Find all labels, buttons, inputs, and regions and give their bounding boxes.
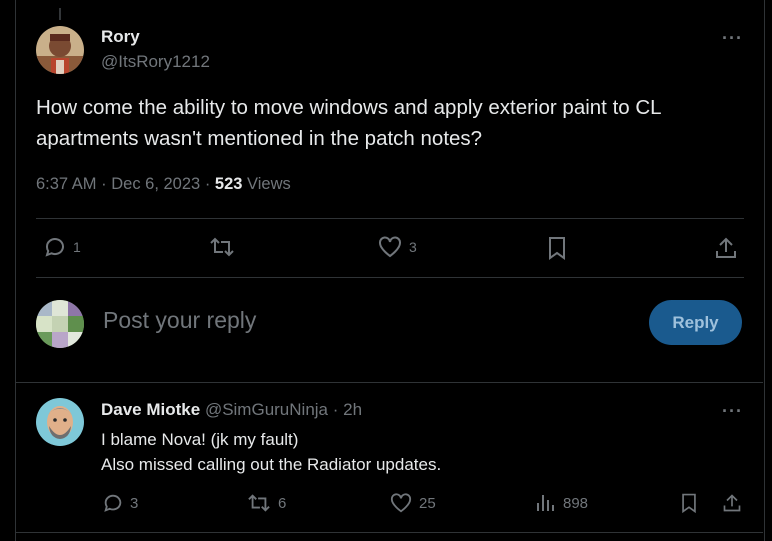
share-icon xyxy=(723,494,741,512)
post-date[interactable]: Dec 6, 2023 xyxy=(111,175,200,193)
thread-connector-line xyxy=(59,8,61,20)
reply-count: 1 xyxy=(73,239,81,255)
bookmark-action[interactable] xyxy=(547,235,567,261)
post-meta: 6:37 AM · Dec 6, 2023 · 523 Views xyxy=(36,175,291,194)
reply-like-action[interactable]: 25 xyxy=(389,492,436,514)
reply-text: I blame Nova! (jk my fault) Also missed … xyxy=(101,427,441,477)
reply-author-avatar[interactable] xyxy=(36,398,84,446)
reply-views-count: 898 xyxy=(563,494,589,512)
reply-bookmark-action[interactable] xyxy=(680,492,698,514)
like-count: 3 xyxy=(409,239,417,255)
reply-like-count: 25 xyxy=(419,494,436,512)
views-label: Views xyxy=(247,175,291,193)
author-avatar[interactable] xyxy=(36,26,84,74)
author-handle[interactable]: @ItsRory1212 xyxy=(101,52,210,72)
reply-time[interactable]: 2h xyxy=(343,400,362,419)
post-text: How come the ability to move windows and… xyxy=(36,96,661,150)
share-action[interactable] xyxy=(714,235,738,261)
bookmark-icon xyxy=(682,493,696,514)
repost-icon xyxy=(210,237,234,257)
like-action[interactable]: 3 xyxy=(377,235,417,259)
reply-separator: · xyxy=(332,400,344,419)
divider-top xyxy=(36,218,744,219)
reply-views-action[interactable]: 898 xyxy=(535,492,588,514)
reply-share-action[interactable] xyxy=(722,491,742,515)
more-icon[interactable]: ··· xyxy=(722,29,743,47)
reply-icon xyxy=(45,238,64,257)
meta-separator: · xyxy=(204,175,215,193)
views-count: 523 xyxy=(214,175,243,193)
reply-reply-count: 3 xyxy=(130,494,139,512)
reply-repost-action[interactable]: 6 xyxy=(246,492,286,514)
repost-action[interactable] xyxy=(208,235,236,259)
like-icon xyxy=(379,236,401,258)
like-icon xyxy=(390,493,412,513)
reply-icon xyxy=(104,494,122,512)
bookmark-icon xyxy=(549,237,565,260)
reply-text-line2: Also missed calling out the Radiator upd… xyxy=(101,455,442,474)
composer-divider xyxy=(15,382,763,383)
repost-icon xyxy=(248,494,270,512)
reply-header: Dave Miotke @SimGuruNinja · 2h xyxy=(101,400,362,420)
reply-repost-count: 6 xyxy=(278,494,287,512)
share-icon xyxy=(716,237,736,258)
reply-composer-input[interactable]: Post your reply xyxy=(103,307,256,334)
divider-bottom xyxy=(36,277,744,278)
meta-separator: · xyxy=(101,175,112,193)
reply-author-name[interactable]: Dave Miotke xyxy=(101,400,200,419)
post-time[interactable]: 6:37 AM xyxy=(36,175,97,193)
current-user-avatar[interactable] xyxy=(36,300,84,348)
author-name[interactable]: Rory xyxy=(101,27,140,47)
reply-more-icon[interactable]: ··· xyxy=(722,402,743,420)
reply-author-handle[interactable]: @SimGuruNinja xyxy=(205,400,328,419)
reply-button[interactable]: Reply xyxy=(649,300,742,345)
reply-action[interactable]: 1 xyxy=(43,235,81,259)
views-icon xyxy=(537,495,554,511)
reply-text-line1: I blame Nova! (jk my fault) xyxy=(101,430,299,449)
thread-bottom-divider xyxy=(15,532,763,533)
reply-reply-action[interactable]: 3 xyxy=(102,492,138,514)
